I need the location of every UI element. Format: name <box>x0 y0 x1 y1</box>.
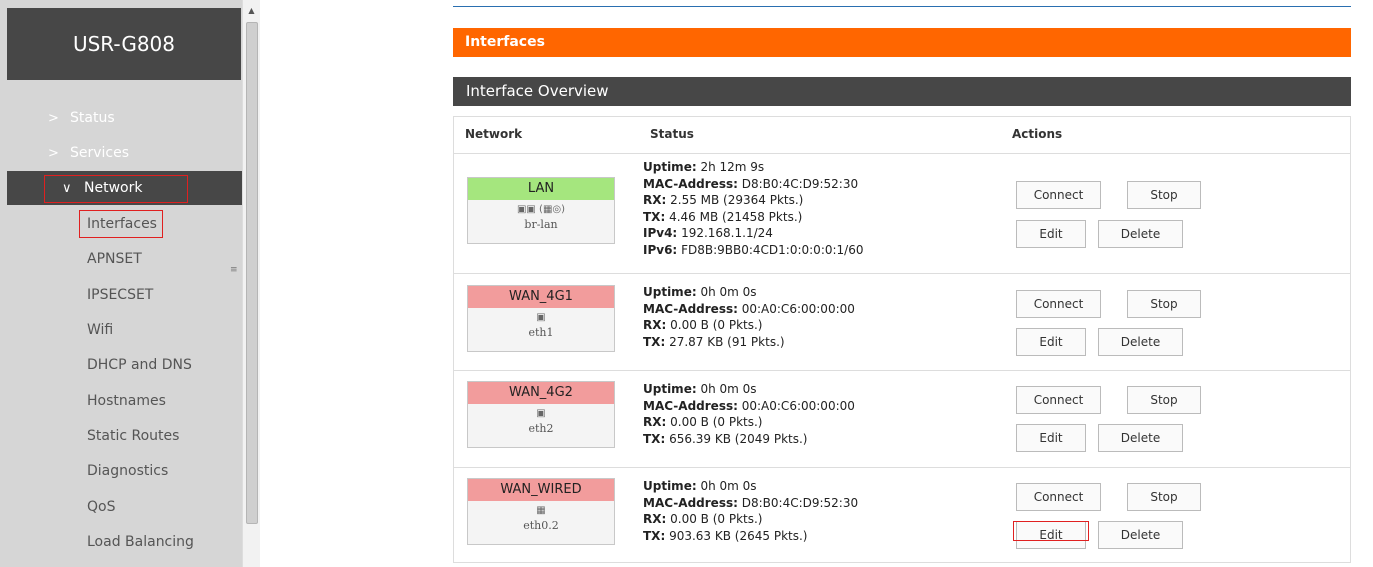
chevron-right-icon: > <box>48 146 59 161</box>
menu-label: Status <box>70 110 115 126</box>
ethernet-port-icon: ▣ <box>536 312 546 323</box>
connect-button[interactable]: Connect <box>1016 181 1101 209</box>
sidebar-item-ipsecset[interactable]: IPSECSET <box>87 287 153 303</box>
network-name: WAN_WIRED <box>468 479 614 501</box>
stop-button[interactable]: Stop <box>1127 386 1201 414</box>
network-box[interactable]: WAN_4G2 ▣ eth2 <box>467 381 615 448</box>
table-row: WAN_4G2 ▣ eth2 Uptime: 0h 0m 0s MAC-Addr… <box>454 370 1350 467</box>
table-row: LAN ▣▣ (▦◎) br-lan Uptime: 2h 12m 9s MAC… <box>454 153 1350 273</box>
overview-header: Interface Overview <box>453 77 1351 106</box>
highlight-box-edit <box>1013 521 1089 541</box>
table-row: WAN_4G1 ▣ eth1 Uptime: 0h 0m 0s MAC-Addr… <box>454 273 1350 370</box>
sidebar: USR-G808 > Status > Services ∨ Network Inte… <box>0 0 242 567</box>
stop-button[interactable]: Stop <box>1127 483 1201 511</box>
delete-button[interactable]: Delete <box>1098 424 1183 452</box>
interface-status: Uptime: 0h 0m 0s MAC-Address: 00:A0:C6:0… <box>643 285 855 349</box>
sidebar-item-diagnostics[interactable]: Diagnostics <box>87 463 168 479</box>
connect-button[interactable]: Connect <box>1016 290 1101 318</box>
delete-button[interactable]: Delete <box>1098 328 1183 356</box>
switch-icon: ▦ <box>536 505 546 516</box>
stop-button[interactable]: Stop <box>1127 290 1201 318</box>
sidebar-item-apnset[interactable]: APNSET <box>87 251 142 267</box>
edit-button[interactable]: Edit <box>1016 220 1086 248</box>
interface-status: Uptime: 0h 0m 0s MAC-Address: D8:B0:4C:D… <box>643 479 859 543</box>
network-box[interactable]: WAN_WIRED ▦ eth0.2 <box>467 478 615 545</box>
connect-button[interactable]: Connect <box>1016 483 1101 511</box>
network-name: WAN_4G1 <box>468 286 614 308</box>
sidebar-item-qos[interactable]: QoS <box>87 499 115 515</box>
edit-button[interactable]: Edit <box>1016 328 1086 356</box>
table-row: WAN_WIRED ▦ eth0.2 Uptime: 0h 0m 0s MAC-… <box>454 467 1350 563</box>
menu-label: Services <box>70 145 130 161</box>
network-box[interactable]: LAN ▣▣ (▦◎) br-lan <box>467 177 615 244</box>
menu-item-status[interactable]: > Status <box>48 110 115 126</box>
top-divider <box>453 6 1351 7</box>
scroll-up-arrow-icon[interactable]: ▲ <box>243 6 260 15</box>
sidebar-item-wifi[interactable]: Wifi <box>87 322 113 338</box>
highlight-box-network <box>44 175 188 203</box>
scrollbar-thumb[interactable] <box>246 22 258 524</box>
brand-logo: USR-G808 <box>7 8 241 80</box>
stop-button[interactable]: Stop <box>1127 181 1201 209</box>
splitter-grip-icon[interactable]: ≡ <box>230 265 238 275</box>
column-header-network: Network <box>465 127 523 141</box>
ethernet-bridge-icon: ▣▣ (▦◎) <box>516 204 566 215</box>
device-name: br-lan <box>524 218 558 231</box>
section-title: Interfaces <box>453 28 1351 57</box>
column-header-actions: Actions <box>1012 127 1063 141</box>
interface-status: Uptime: 2h 12m 9s MAC-Address: D8:B0:4C:… <box>643 160 864 257</box>
device-name: eth0.2 <box>523 519 559 532</box>
highlight-box-interfaces <box>79 210 163 238</box>
menu-item-services[interactable]: > Services <box>48 145 129 161</box>
sidebar-item-load-balancing[interactable]: Load Balancing <box>87 534 194 550</box>
column-header-status: Status <box>650 127 694 141</box>
delete-button[interactable]: Delete <box>1098 220 1183 248</box>
device-name: eth1 <box>528 326 554 339</box>
sidebar-item-dhcp-dns[interactable]: DHCP and DNS <box>87 357 192 373</box>
network-box[interactable]: WAN_4G1 ▣ eth1 <box>467 285 615 352</box>
sidebar-item-static-routes[interactable]: Static Routes <box>87 428 179 444</box>
network-name: WAN_4G2 <box>468 382 614 404</box>
device-name: eth2 <box>528 422 554 435</box>
edit-button[interactable]: Edit <box>1016 424 1086 452</box>
network-name: LAN <box>468 178 614 200</box>
chevron-right-icon: > <box>48 111 59 126</box>
sidebar-item-hostnames[interactable]: Hostnames <box>87 393 166 409</box>
interface-table: Network Status Actions LAN ▣▣ (▦◎) br-la… <box>453 116 1351 563</box>
connect-button[interactable]: Connect <box>1016 386 1101 414</box>
delete-button[interactable]: Delete <box>1098 521 1183 549</box>
ethernet-port-icon: ▣ <box>536 408 546 419</box>
interface-status: Uptime: 0h 0m 0s MAC-Address: 00:A0:C6:0… <box>643 382 855 446</box>
sidebar-scrollbar[interactable]: ▲ <box>242 0 260 567</box>
